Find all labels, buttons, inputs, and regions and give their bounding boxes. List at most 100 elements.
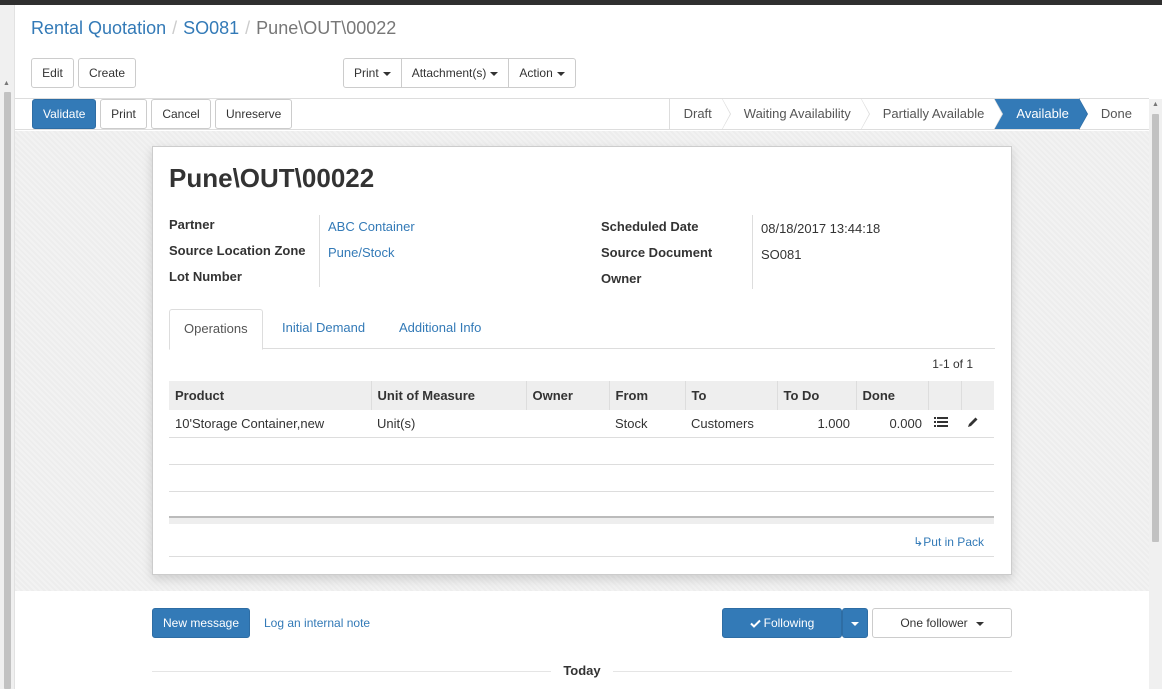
column-header-to-do[interactable]: To Do <box>776 381 856 410</box>
scheduled-date-label: Scheduled Date <box>601 219 699 234</box>
divider <box>169 556 994 557</box>
breadcrumb-so081[interactable]: SO081 <box>183 18 239 38</box>
caret-down-icon <box>975 621 984 626</box>
action-dropdown[interactable]: Action <box>509 59 574 87</box>
record-title: Pune\OUT\00022 <box>169 163 375 193</box>
operations-table: Product Unit of Measure Owner From To To… <box>169 381 994 518</box>
stage-available[interactable]: Available <box>994 98 1088 130</box>
control-panel: Rental Quotation / SO081/Pune\OUT\00022 Ed… <box>15 5 1162 99</box>
following-label: Following <box>763 616 815 630</box>
column-header-from[interactable]: From <box>608 381 685 410</box>
source-document-field[interactable]: SO081 <box>761 247 801 262</box>
following-dropdown-toggle[interactable] <box>842 608 868 638</box>
today-label: Today <box>551 663 613 678</box>
lot-number-label: Lot Number <box>169 269 242 284</box>
table-row[interactable]: 10'Storage Container,new Unit(s) Stock C… <box>169 410 994 438</box>
stage-label: Draft <box>683 106 712 121</box>
table-row-empty <box>169 437 994 465</box>
action-dropdown-label: Action <box>519 66 553 80</box>
list-icon[interactable] <box>934 416 948 428</box>
tab-operations[interactable]: Operations <box>169 309 263 350</box>
breadcrumb-current: Pune\OUT\00022 <box>256 18 397 38</box>
column-header-done[interactable]: Done <box>855 381 928 410</box>
stage-label: Done <box>1100 106 1132 121</box>
edit-button[interactable]: Edit <box>31 58 74 88</box>
cancel-button[interactable]: Cancel <box>151 99 211 129</box>
right-scrollbar[interactable]: ▲ <box>1149 99 1162 689</box>
breadcrumb: Rental Quotation / SO081/Pune\OUT\00022 <box>31 18 396 39</box>
column-header-product[interactable]: Product <box>169 381 371 410</box>
stage-waiting-availability[interactable]: Waiting Availability <box>721 98 870 130</box>
stage-label: Partially Available <box>882 106 985 121</box>
source-location-zone-field[interactable]: Pune/Stock <box>328 245 395 260</box>
table-row-empty <box>169 464 994 492</box>
pencil-icon[interactable] <box>967 416 979 428</box>
followers-dropdown[interactable]: One follower <box>872 608 1012 638</box>
detail-cell[interactable] <box>928 410 961 438</box>
partner-field[interactable]: ABC Container <box>328 219 415 234</box>
notebook-tabs: Operations Initial Demand Additional Inf… <box>169 309 995 350</box>
partner-label: Partner <box>169 217 215 232</box>
pager-value[interactable]: 1-1 of 1 <box>932 357 973 371</box>
field-separator <box>752 215 753 289</box>
cell-done[interactable]: 0.000 <box>856 410 928 438</box>
followers-label: One follower <box>900 616 968 630</box>
cell-to-do[interactable]: 1.000 <box>777 410 856 438</box>
following-button[interactable]: Following <box>722 608 842 638</box>
date-separator: Today <box>152 663 1012 679</box>
stage-partially-available[interactable]: Partially Available <box>860 98 1004 130</box>
edit-cell[interactable] <box>961 410 994 438</box>
unreserve-button[interactable]: Unreserve <box>215 99 292 129</box>
form-statusbar: Validate Print Cancel Unreserve Draft Wa… <box>15 98 1149 130</box>
stage-label: Available <box>1016 106 1069 121</box>
put-in-pack-link[interactable]: ↳Put in Pack <box>913 535 984 549</box>
left-scrollbar[interactable]: ▲ <box>0 5 15 689</box>
column-header-edit <box>960 381 994 410</box>
cell-from[interactable]: Stock <box>609 410 685 438</box>
attachments-dropdown-label: Attachment(s) <box>411 66 487 80</box>
scheduled-date-field[interactable]: 08/18/2017 13:44:18 <box>761 221 880 236</box>
column-header-unit-of-measure[interactable]: Unit of Measure <box>370 381 526 410</box>
source-document-label: Source Document <box>601 245 713 260</box>
owner-label: Owner <box>601 271 642 286</box>
tab-additional-info[interactable]: Additional Info <box>385 309 495 349</box>
print-dropdown[interactable]: Print <box>344 59 402 87</box>
scroll-up-arrow-icon[interactable]: ▲ <box>3 80 10 87</box>
table-footer <box>169 516 994 524</box>
print-button[interactable]: Print <box>100 99 147 129</box>
scrollbar-thumb[interactable] <box>4 92 11 689</box>
cell-to[interactable]: Customers <box>685 410 777 438</box>
check-icon <box>749 620 761 629</box>
caret-down-icon <box>382 71 391 76</box>
column-header-detail <box>927 381 961 410</box>
log-note-link[interactable]: Log an internal note <box>264 616 370 630</box>
new-message-button[interactable]: New message <box>152 608 251 638</box>
tab-initial-demand[interactable]: Initial Demand <box>268 309 379 349</box>
print-dropdown-label: Print <box>354 66 379 80</box>
stage-label: Waiting Availability <box>743 106 851 121</box>
cell-owner[interactable] <box>526 410 609 438</box>
status-stages: Draft Waiting Availability Partially Ava… <box>668 98 1149 130</box>
cell-unit-of-measure[interactable]: Unit(s) <box>371 410 526 438</box>
caret-down-icon <box>556 71 565 76</box>
caret-down-icon <box>851 621 859 626</box>
source-location-zone-label: Source Location Zone <box>169 243 306 258</box>
scroll-up-arrow-icon[interactable]: ▲ <box>1152 101 1159 108</box>
breadcrumb-separator: / <box>245 18 251 38</box>
table-row-empty <box>169 491 994 518</box>
create-button[interactable]: Create <box>78 58 136 88</box>
field-separator <box>319 215 320 287</box>
scrollbar-thumb[interactable] <box>1152 114 1159 542</box>
attachments-dropdown[interactable]: Attachment(s) <box>402 59 510 87</box>
column-header-owner[interactable]: Owner <box>525 381 609 410</box>
column-header-to[interactable]: To <box>684 381 777 410</box>
validate-button[interactable]: Validate <box>32 99 96 129</box>
breadcrumb-rental-quotation[interactable]: Rental Quotation <box>31 18 166 38</box>
sidebar-button-group: Print Attachment(s) Action <box>343 58 576 88</box>
breadcrumb-separator: / <box>172 18 178 38</box>
cell-product[interactable]: 10'Storage Container,new <box>169 410 371 438</box>
stage-draft[interactable]: Draft <box>668 98 731 130</box>
table-header-row: Product Unit of Measure Owner From To To… <box>169 381 994 410</box>
form-sheet: Pune\OUT\00022 Partner Source Location Z… <box>152 146 1012 575</box>
stage-done[interactable]: Done <box>1078 99 1149 129</box>
